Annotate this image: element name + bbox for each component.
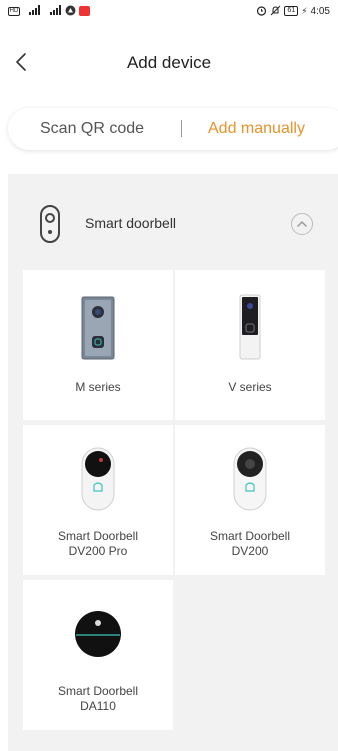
- doorbell-dv200-pro-icon: [81, 447, 115, 511]
- page-title: Add device: [126, 53, 212, 72]
- collapse-button[interactable]: [291, 213, 313, 235]
- hd-icon: HD: [8, 6, 20, 16]
- device-image-dv200-pro: [23, 447, 173, 511]
- tab-scan-qr[interactable]: Scan QR code: [40, 120, 144, 138]
- signal-icon: [44, 5, 62, 17]
- device-card-v-series[interactable]: V series: [175, 270, 325, 420]
- doorbell-da110-icon: [75, 611, 121, 657]
- chevron-left-icon: [16, 53, 26, 71]
- device-label-dv200-pro: Smart Doorbell DV200 Pro: [57, 529, 139, 558]
- charging-icon: ⚡: [301, 6, 308, 16]
- add-mode-tabs: Scan QR code Add manually: [8, 108, 338, 150]
- status-time: 4:05: [310, 5, 330, 17]
- doorbell-v-icon: [239, 294, 261, 360]
- status-bar: HD 61 ⚡ 4:05: [0, 0, 338, 22]
- device-image-v-series: [175, 294, 325, 360]
- device-card-dv200[interactable]: Smart Doorbell DV200: [175, 425, 325, 575]
- device-label-v-series: V series: [228, 380, 272, 394]
- device-label-da110: Smart Doorbell DA110: [57, 684, 139, 713]
- app-icon: [65, 5, 76, 18]
- back-button[interactable]: [8, 48, 34, 76]
- chevron-up-icon: [297, 221, 307, 227]
- status-right: 61 ⚡ 4:05: [256, 5, 330, 18]
- header: Add device: [0, 38, 338, 88]
- notification-icon: [79, 6, 90, 16]
- device-card-da110[interactable]: Smart Doorbell DA110: [23, 580, 173, 730]
- alarm-icon: [256, 5, 267, 18]
- tab-add-manually[interactable]: Add manually: [208, 120, 305, 138]
- tab-divider: [181, 120, 182, 137]
- doorbell-m-icon: [81, 296, 115, 360]
- device-label-dv200: Smart Doorbell DV200: [209, 529, 291, 558]
- status-left: HD: [8, 5, 90, 18]
- doorbell-icon: [40, 205, 60, 243]
- device-card-m-series[interactable]: M series: [23, 270, 173, 420]
- device-card-dv200-pro[interactable]: Smart Doorbell DV200 Pro: [23, 425, 173, 575]
- category-header[interactable]: Smart doorbell: [8, 204, 338, 244]
- battery-icon: 61: [284, 6, 299, 16]
- doorbell-dv200-icon: [233, 447, 267, 511]
- signal-icon: [23, 5, 41, 17]
- mute-icon: [270, 5, 281, 18]
- device-image-m-series: [23, 296, 173, 360]
- device-image-dv200: [175, 447, 325, 511]
- category-panel: Smart doorbell M series V series Smart D…: [8, 174, 338, 751]
- device-label-m-series: M series: [75, 380, 121, 394]
- device-image-da110: [23, 610, 173, 658]
- category-label: Smart doorbell: [85, 215, 177, 231]
